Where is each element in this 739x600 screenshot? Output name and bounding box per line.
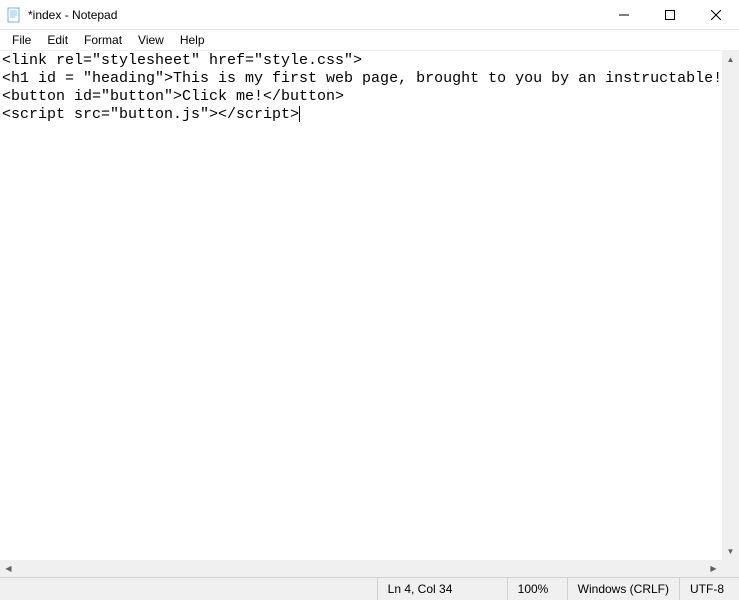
- menu-format[interactable]: Format: [76, 31, 130, 49]
- menubar: File Edit Format View Help: [0, 30, 739, 50]
- close-button[interactable]: [693, 0, 739, 30]
- vertical-scrollbar[interactable]: ▲ ▼: [722, 51, 739, 560]
- editor-content: <link rel="stylesheet" href="style.css">…: [2, 52, 722, 123]
- horizontal-scrollbar[interactable]: ◀ ▶: [0, 560, 722, 577]
- text-cursor: [299, 106, 300, 122]
- editor-area: <link rel="stylesheet" href="style.css">…: [0, 50, 739, 560]
- menu-view[interactable]: View: [130, 31, 172, 49]
- status-position: Ln 4, Col 34: [377, 578, 507, 600]
- horizontal-scroll-row: ◀ ▶: [0, 560, 739, 577]
- status-eol: Windows (CRLF): [567, 578, 679, 600]
- scroll-down-icon[interactable]: ▼: [722, 543, 739, 560]
- scroll-corner: [722, 560, 739, 577]
- scroll-track-horizontal[interactable]: [17, 560, 705, 577]
- titlebar: *index - Notepad: [0, 0, 739, 30]
- statusbar: Ln 4, Col 34 100% Windows (CRLF) UTF-8: [0, 577, 739, 600]
- status-encoding: UTF-8: [679, 578, 739, 600]
- minimize-button[interactable]: [601, 0, 647, 30]
- notepad-icon: [6, 7, 22, 23]
- scroll-up-icon[interactable]: ▲: [722, 51, 739, 68]
- scroll-right-icon[interactable]: ▶: [705, 560, 722, 577]
- menu-help[interactable]: Help: [172, 31, 213, 49]
- window-title: *index - Notepad: [28, 8, 601, 22]
- menu-file[interactable]: File: [4, 31, 39, 49]
- menu-edit[interactable]: Edit: [39, 31, 76, 49]
- scroll-track-vertical[interactable]: [722, 68, 739, 543]
- status-zoom: 100%: [507, 578, 567, 600]
- scroll-left-icon[interactable]: ◀: [0, 560, 17, 577]
- maximize-button[interactable]: [647, 0, 693, 30]
- text-editor[interactable]: <link rel="stylesheet" href="style.css">…: [0, 51, 722, 560]
- window-controls: [601, 0, 739, 29]
